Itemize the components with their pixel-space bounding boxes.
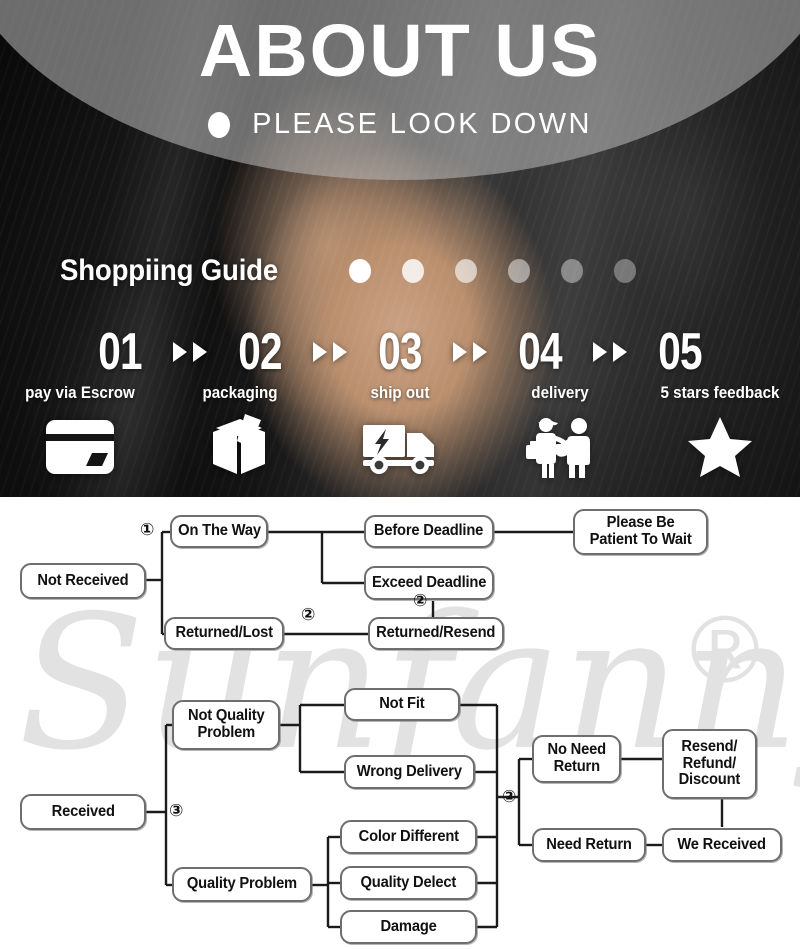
node-label: Need Return: [546, 835, 632, 853]
node-label: Exceed Deadline: [371, 573, 487, 591]
step-number-5: 05: [658, 323, 702, 381]
node-quality-problem[interactable]: Quality Problem: [172, 867, 312, 902]
node-label: Please Be Patient To Wait: [589, 514, 692, 548]
page-title: ABOUT US: [198, 9, 602, 92]
node-label: Resend/ Refund/ Discount: [678, 737, 741, 789]
node-returned-resend[interactable]: Returned/Resend: [368, 617, 504, 650]
flow-marker-5: ②: [502, 787, 517, 807]
shopping-guide-header: Shoppiing Guide: [0, 250, 800, 292]
about-us-page: ABOUT US PLEASE LOOK DOWN Shoppiing Guid…: [0, 0, 800, 949]
node-label: No Need Return: [547, 741, 606, 775]
node-label: Not Quality Problem: [187, 707, 265, 741]
step-number-1: 01: [98, 323, 142, 381]
node-label: Quality Delect: [360, 873, 457, 891]
node-label: On The Way: [177, 522, 261, 540]
delivery-truck-icon: [363, 425, 434, 474]
node-label: Before Deadline: [374, 522, 484, 540]
package-box-icon: [213, 414, 265, 474]
node-please-be-patient-to-wait[interactable]: Please Be Patient To Wait: [573, 509, 708, 555]
flow-marker-3: ②: [413, 591, 428, 611]
node-not-received[interactable]: Not Received: [20, 563, 146, 599]
node-label: We Received: [677, 835, 767, 853]
node-label: Not Received: [37, 571, 129, 589]
after-sales-flowchart: Sunfanny ®: [0, 497, 800, 949]
node-label: Quality Problem: [186, 875, 298, 893]
node-quality-delect[interactable]: Quality Delect: [340, 866, 477, 900]
step-icon-row: [0, 408, 800, 486]
hero-subtitle: PLEASE LOOK DOWN: [252, 108, 592, 140]
step-number-2: 02: [238, 323, 282, 381]
double-right-arrow-icon: [435, 342, 505, 362]
guide-dot-2: [401, 259, 424, 283]
circle-bullet-icon: [208, 111, 231, 138]
credit-card-icon: [46, 420, 114, 474]
step-number-row: 01 02 03 04 05: [0, 312, 800, 392]
node-returned-lost[interactable]: Returned/Lost: [164, 617, 284, 650]
shopping-guide-dots: [348, 259, 636, 283]
node-label: Received: [51, 802, 115, 820]
handshake-delivery-icon: [526, 418, 590, 478]
guide-dot-5: [560, 259, 583, 283]
node-label: Returned/Lost: [175, 624, 273, 642]
node-exceed-deadline[interactable]: Exceed Deadline: [364, 566, 494, 600]
node-label: Wrong Delivery: [356, 762, 463, 780]
node-no-need-return[interactable]: No Need Return: [532, 735, 621, 783]
node-before-deadline[interactable]: Before Deadline: [364, 515, 494, 548]
node-label: Not Fit: [379, 695, 425, 713]
guide-dot-3: [454, 259, 477, 283]
flow-marker-2: ②: [301, 605, 316, 625]
flow-marker-4: ③: [169, 801, 184, 821]
node-not-fit[interactable]: Not Fit: [344, 688, 460, 721]
node-damage[interactable]: Damage: [340, 910, 477, 944]
node-resend-refund-discount[interactable]: Resend/ Refund/ Discount: [662, 729, 757, 799]
node-received[interactable]: Received: [20, 794, 146, 830]
node-label: Color Different: [358, 827, 459, 845]
double-right-arrow-icon: [575, 342, 645, 362]
step-number-3: 03: [378, 323, 422, 381]
node-on-the-way[interactable]: On The Way: [170, 515, 268, 548]
guide-dot-6: [613, 259, 636, 283]
node-label: Returned/Resend: [376, 624, 496, 642]
hero-banner: ABOUT US PLEASE LOOK DOWN Shoppiing Guid…: [0, 0, 800, 497]
hero-subtitle-row: PLEASE LOOK DOWN: [0, 108, 800, 141]
node-not-quality-problem[interactable]: Not Quality Problem: [172, 700, 280, 750]
guide-dot-4: [507, 259, 530, 283]
node-need-return[interactable]: Need Return: [532, 828, 646, 862]
star-icon: [688, 417, 752, 477]
guide-dot-1: [348, 259, 371, 283]
node-we-received[interactable]: We Received: [662, 828, 782, 862]
node-color-different[interactable]: Color Different: [340, 820, 477, 854]
node-wrong-delivery[interactable]: Wrong Delivery: [344, 755, 475, 789]
step-number-4: 04: [518, 323, 562, 381]
shopping-guide-title: Shoppiing Guide: [60, 254, 279, 287]
double-right-arrow-icon: [295, 342, 365, 362]
flow-marker-1: ①: [140, 520, 155, 540]
node-label: Damage: [380, 917, 437, 935]
double-right-arrow-icon: [155, 342, 225, 362]
